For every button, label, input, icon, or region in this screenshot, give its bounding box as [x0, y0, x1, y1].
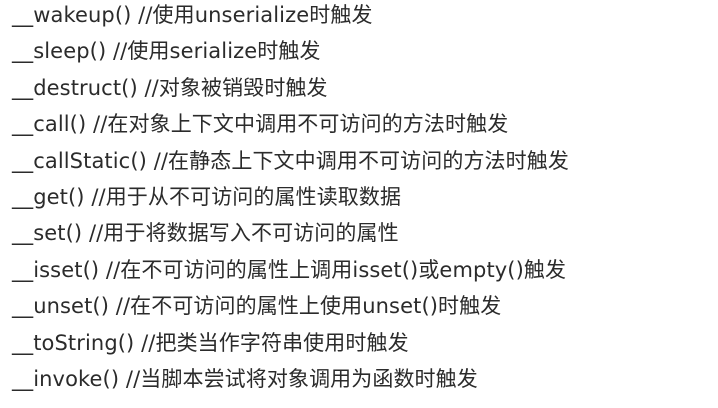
- line-destruct: __destruct() //对象被销毁时触发: [12, 75, 328, 100]
- line-get: __get() //用于从不可访问的属性读取数据: [12, 184, 402, 209]
- magic-methods-list: __wakeup() //使用unserialize时触发 __sleep() …: [0, 0, 718, 408]
- line-callstatic: __callStatic() //在静态上下文中调用不可访问的方法时触发: [12, 148, 569, 173]
- line-unset: __unset() //在不可访问的属性上使用unset()时触发: [12, 294, 502, 319]
- line-set: __set() //用于将数据写入不可访问的属性: [12, 221, 399, 246]
- line-sleep: __sleep() //使用serialize时触发: [12, 39, 321, 64]
- line-wakeup: __wakeup() //使用unserialize时触发: [12, 3, 373, 27]
- line-call: __call() //在对象上下文中调用不可访问的方法时触发: [12, 112, 509, 137]
- line-isset: __isset() //在不可访问的属性上调用isset()或empty()触发: [12, 257, 567, 282]
- line-tostring: __toString() //把类当作字符串使用时触发: [12, 330, 409, 355]
- line-invoke: __invoke() //当脚本尝试将对象调用为函数时触发: [12, 366, 478, 391]
